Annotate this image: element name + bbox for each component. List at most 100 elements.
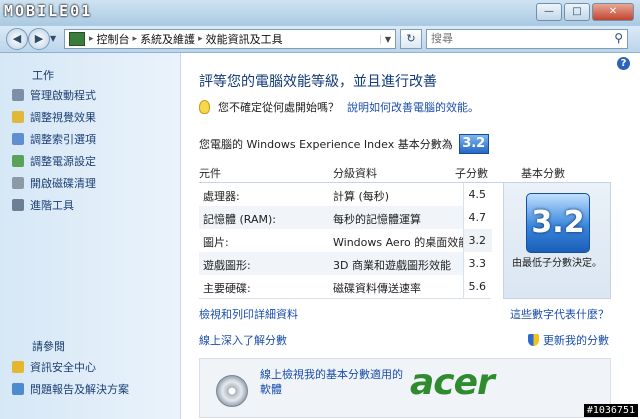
tip-line: 您不確定從何處開始嗎？ 說明如何改善電腦的效能。 [199, 99, 479, 115]
component-cell: 主要硬碟: [203, 282, 251, 295]
update-score-button[interactable]: 更新我的分數 [528, 332, 609, 348]
subscore-cell: 3.3 [463, 252, 492, 275]
software-disc-icon [216, 375, 248, 407]
banner-link[interactable]: 線上檢視我的基本分數適用的軟體 [260, 367, 410, 397]
subscore-cell: 4.7 [463, 206, 492, 229]
sidebar-item-visual-effects[interactable]: 調整視覺效果 [12, 108, 96, 126]
recent-pages-dropdown-icon[interactable]: ▼ [50, 34, 56, 43]
uac-shield-icon [528, 334, 539, 346]
sidebar-item-power-settings[interactable]: 調整電源設定 [12, 152, 96, 170]
breadcrumb-system-maintenance[interactable]: 系統及維護 [137, 31, 198, 47]
sidebar-item-index-options[interactable]: 調整索引選項 [12, 130, 96, 148]
security-center-icon [12, 361, 24, 373]
startup-icon [12, 89, 24, 101]
acer-logo: acer [410, 362, 495, 403]
rated-cell: 磁碟資料傳送速率 [333, 282, 421, 295]
table-row: 圖片: Windows Aero 的桌面效能 3.2 [199, 229, 492, 253]
subscore-value: 4.5 [468, 188, 487, 201]
sidebar-item-label: 進階工具 [30, 199, 74, 212]
subscore-value: 3.3 [468, 257, 487, 270]
view-print-details-link[interactable]: 檢視和列印詳細資料 [199, 306, 298, 322]
base-score-panel: 3.2 由最低子分數決定。 [503, 182, 611, 299]
header-basescore: 基本分數 [521, 167, 565, 180]
main-content: ? 評等您的電腦效能等級，並且進行改善 您不確定從何處開始嗎？ 說明如何改善電腦… [181, 53, 640, 419]
refresh-button[interactable]: ↻ [400, 29, 422, 49]
table-row: 遊戲圖形: 3D 商業和遊戲圖形效能 3.3 [199, 252, 492, 276]
search-input[interactable] [427, 30, 605, 46]
tip-text: 您不確定從何處開始嗎？ [218, 101, 339, 114]
rated-cell: 3D 商業和遊戲圖形效能 [333, 259, 451, 272]
learn-more-online-link[interactable]: 線上深入了解分數 [199, 332, 287, 348]
address-dropdown-icon[interactable]: ▼ [380, 34, 395, 44]
sidebar-item-advanced-tools[interactable]: 進階工具 [12, 196, 74, 214]
table-row: 處理器: 計算 (每秒) 4.5 [199, 183, 492, 207]
title-bar: MOBILE01 — □ ✕ [0, 0, 640, 27]
maximize-button[interactable]: □ [564, 3, 590, 21]
help-icon[interactable]: ? [617, 57, 630, 70]
sidebar-item-label: 調整電源設定 [30, 155, 96, 168]
subscore-cell: 5.6 [463, 275, 492, 298]
rated-cell: 計算 (每秒) [333, 190, 390, 203]
sidebar-item-manage-startup[interactable]: 管理啟動程式 [12, 86, 96, 104]
base-score-mini-badge: 3.2 [458, 134, 489, 154]
watermark-logo: MOBILE01 [4, 2, 93, 20]
see-also-heading: 請參閱 [32, 340, 65, 353]
improve-performance-link[interactable]: 說明如何改善電腦的效能。 [347, 99, 479, 115]
close-button[interactable]: ✕ [592, 3, 634, 21]
sidebar-item-security-center[interactable]: 資訊安全中心 [12, 358, 96, 376]
base-score-line: 您電腦的 Windows Experience Index 基本分數為 3.2 [199, 134, 489, 154]
rated-cell: Windows Aero 的桌面效能 [333, 236, 470, 249]
page-title: 評等您的電腦效能等級，並且進行改善 [199, 74, 437, 90]
sidebar-item-label: 開啟磁碟清理 [30, 177, 96, 190]
problem-reports-icon [12, 383, 24, 395]
subscore-cell: 4.5 [463, 183, 492, 206]
window-controls: — □ ✕ [536, 3, 634, 21]
component-cell: 圖片: [203, 236, 229, 249]
control-panel-icon [69, 32, 85, 46]
rated-cell: 每秒的記憶體運算 [333, 213, 421, 226]
subscore-value: 3.2 [468, 234, 487, 247]
sidebar-item-label: 調整索引選項 [30, 133, 96, 146]
component-cell: 記憶體 (RAM): [203, 213, 276, 226]
minimize-button[interactable]: — [536, 3, 562, 21]
forward-button[interactable]: ▶ [28, 28, 50, 50]
base-score-badge: 3.2 [526, 193, 590, 253]
tasks-heading: 工作 [32, 69, 54, 82]
sidebar-item-label: 調整視覺效果 [30, 111, 96, 124]
what-do-numbers-mean-link[interactable]: 這些數字代表什麼？ [510, 306, 609, 322]
index-options-shield-icon [12, 133, 24, 145]
advanced-tools-icon [12, 199, 24, 211]
subscore-value: 5.6 [468, 280, 487, 293]
table-row: 主要硬碟: 磁碟資料傳送速率 5.6 [199, 275, 492, 299]
base-score-label: 您電腦的 Windows Experience Index 基本分數為 [199, 138, 453, 151]
back-button[interactable]: ◀ [6, 28, 28, 50]
header-component: 元件 [199, 167, 221, 180]
table-row: 記憶體 (RAM): 每秒的記憶體運算 4.7 [199, 206, 492, 230]
disk-cleanup-icon [12, 177, 24, 189]
image-id-stamp: #1036751 [583, 404, 638, 417]
search-icon[interactable]: ⚲ [614, 31, 623, 45]
base-score-caption: 由最低子分數決定。 [512, 258, 602, 269]
sidebar-item-problem-reports[interactable]: 問題報告及解決方案 [12, 380, 129, 398]
breadcrumb-control-panel[interactable]: 控制台 [94, 31, 133, 47]
sidebar-item-label: 資訊安全中心 [30, 361, 96, 374]
header-subscore: 子分數 [455, 167, 488, 180]
sidebar-item-label: 管理啟動程式 [30, 89, 96, 102]
component-cell: 遊戲圖形: [203, 259, 251, 272]
address-bar[interactable]: ▸ 控制台 ▸ 系統及維護 ▸ 效能資訊及工具 ▼ [64, 29, 396, 49]
sidebar-item-label: 問題報告及解決方案 [30, 383, 129, 396]
sidebar-item-disk-cleanup[interactable]: 開啟磁碟清理 [12, 174, 96, 192]
search-box[interactable]: ⚲ [426, 29, 628, 49]
subscore-value: 4.7 [468, 211, 487, 224]
visual-effects-shield-icon [12, 111, 24, 123]
software-banner[interactable]: 線上檢視我的基本分數適用的軟體 acer [199, 358, 611, 418]
header-rated: 分級資料 [333, 167, 377, 180]
lightbulb-icon [199, 100, 210, 114]
navigation-bar: ◀ ▶ ▼ ▸ 控制台 ▸ 系統及維護 ▸ 效能資訊及工具 ▼ ↻ ⚲ [0, 26, 640, 53]
table-header: 元件 分級資料 子分數 基本分數 [199, 162, 609, 183]
power-settings-icon [12, 155, 24, 167]
task-pane: 工作 管理啟動程式 調整視覺效果 調整索引選項 調整電源設定 開啟磁碟清理 進階… [0, 53, 181, 419]
subscore-cell: 3.2 [463, 229, 492, 252]
component-cell: 處理器: [203, 190, 240, 203]
breadcrumb-performance-tools[interactable]: 效能資訊及工具 [203, 31, 286, 47]
